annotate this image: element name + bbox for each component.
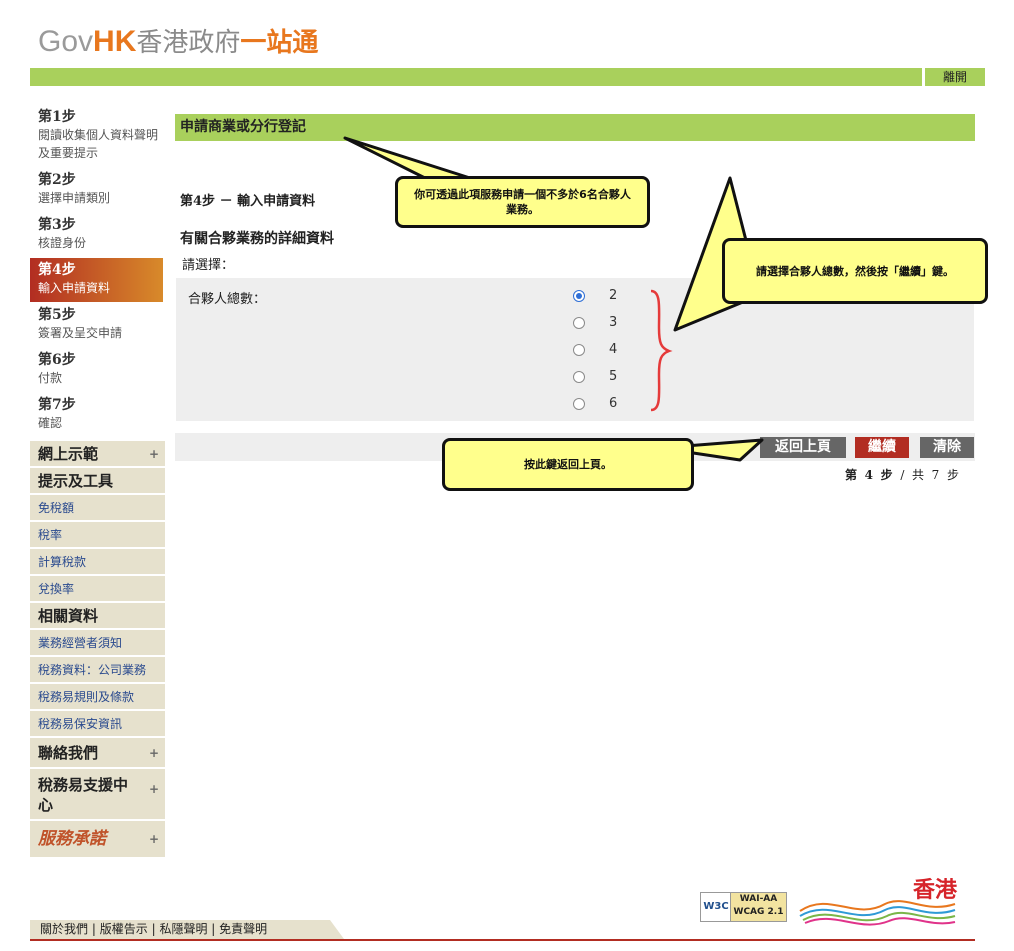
footer-link-about[interactable]: 關於我們 <box>40 922 88 936</box>
footer-separator: | <box>211 922 216 936</box>
brand-hk-text: 香港 <box>912 878 957 903</box>
menu-link[interactable]: 稅率 <box>30 522 165 549</box>
menu-tips-heading: 提示及工具 <box>30 468 165 495</box>
expand-plus-icon: + <box>148 746 159 760</box>
partner-count-label: 合夥人總數： <box>188 292 267 307</box>
footer-tab-corner <box>330 920 344 939</box>
menu-link[interactable]: 稅務易規則及條款 <box>30 684 165 711</box>
menu-link[interactable]: 計算稅款 <box>30 549 165 576</box>
logo-gov: Gov <box>38 25 94 58</box>
wcag-badge[interactable]: WAI-AA WCAG 2.1 <box>730 892 787 922</box>
step-3: 第3步 核證身份 <box>30 216 163 252</box>
logo-zh2: 一站通 <box>240 27 319 57</box>
step-2: 第2步 選擇申請類別 <box>30 171 163 207</box>
footer-links: 關於我們 | 版權告示 | 私隱聲明 | 免責聲明 <box>30 920 330 939</box>
menu-support[interactable]: 稅務易支援中心 + <box>30 769 165 821</box>
step-desc: 付款 <box>38 371 63 385</box>
menu-link[interactable]: 業務經營者須知 <box>30 630 165 657</box>
step-title: 第7步 <box>38 397 76 413</box>
menu-link[interactable]: 兌換率 <box>30 576 165 603</box>
footer-link-copyright[interactable]: 版權告示 <box>100 922 148 936</box>
footer-separator: | <box>151 922 156 936</box>
menu-demo[interactable]: 網上示範 + <box>30 441 165 468</box>
callout-choose-partners: 請選擇合夥人總數，然後按「繼續」鍵。 <box>722 238 988 304</box>
menu-link[interactable]: 免稅額 <box>30 495 165 522</box>
footer-link-disclaimer[interactable]: 免責聲明 <box>219 922 267 936</box>
menu-related-heading: 相關資料 <box>30 603 165 630</box>
step-4-current: 第4步 輸入申請資料 <box>30 258 163 302</box>
expand-plus-icon: + <box>148 832 159 846</box>
step-7: 第7步 確認 <box>30 396 163 432</box>
top-bar: 離開 <box>30 68 985 86</box>
logo-zh: 香港政府 <box>136 27 241 57</box>
step-desc: 確認 <box>38 416 63 430</box>
footer-logos: W3C WAI-AA WCAG 2.1 香港 <box>700 872 965 927</box>
step-title: 第3步 <box>38 217 76 233</box>
step-desc: 輸入申請資料 <box>38 281 111 295</box>
step-1: 第1步 閱讀收集個人資料聲明及重要提示 <box>30 108 163 162</box>
step-desc: 閱讀收集個人資料聲明及重要提示 <box>38 128 159 160</box>
menu-link[interactable]: 稅務資料：公司業務 <box>30 657 165 684</box>
menu-link[interactable]: 稅務易保安資訊 <box>30 711 165 738</box>
step-desc: 簽署及呈交申請 <box>38 326 123 340</box>
step-heading: 第4步 － 輸入申請資料 <box>180 194 316 209</box>
callout-back-button: 按此鍵返回上頁。 <box>442 438 694 491</box>
step-title: 第1步 <box>38 109 76 125</box>
footer-link-privacy[interactable]: 私隱聲明 <box>159 922 207 936</box>
logout-link[interactable]: 離開 <box>922 68 985 86</box>
logo-hk: HK <box>93 25 137 58</box>
step-desc: 選擇申請類別 <box>38 191 111 205</box>
step-title: 第2步 <box>38 172 76 188</box>
w3c-logo[interactable]: W3C <box>700 892 732 922</box>
step-title: 第4步 <box>38 262 76 278</box>
footer-separator: | <box>91 922 96 936</box>
step-title: 第5步 <box>38 307 76 323</box>
wai-label: WAI-AA <box>739 894 778 904</box>
step-title: 第6步 <box>38 352 76 368</box>
step-6: 第6步 付款 <box>30 351 163 387</box>
please-choose-label: 請選擇： <box>182 258 235 273</box>
form-title: 申請商業或分行登記 <box>180 119 306 135</box>
menu-pledge[interactable]: 服務承諾 + <box>30 821 165 859</box>
callout-max-partners: 你可透過此項服務申請一個不多於6名合夥人業務。 <box>395 176 650 228</box>
menu-label: 聯絡我們 <box>38 744 99 762</box>
footer-red-line <box>30 939 975 941</box>
service-pledge-logo: 服務承諾 <box>38 829 106 849</box>
expand-plus-icon: + <box>148 782 159 796</box>
govhk-logo[interactable]: GovHK香港政府一站通 <box>38 24 318 60</box>
menu-label: 網上示範 <box>38 445 99 463</box>
menu-contact[interactable]: 聯絡我們 + <box>30 738 165 769</box>
step-5: 第5步 簽署及呈交申請 <box>30 306 163 342</box>
wcag-label: WCAG 2.1 <box>733 907 784 917</box>
menu-label: 稅務易支援中心 <box>38 776 129 814</box>
section-heading: 有關合夥業務的詳細資料 <box>180 231 334 247</box>
expand-plus-icon: + <box>148 447 159 461</box>
step-desc: 核證身份 <box>38 236 87 250</box>
